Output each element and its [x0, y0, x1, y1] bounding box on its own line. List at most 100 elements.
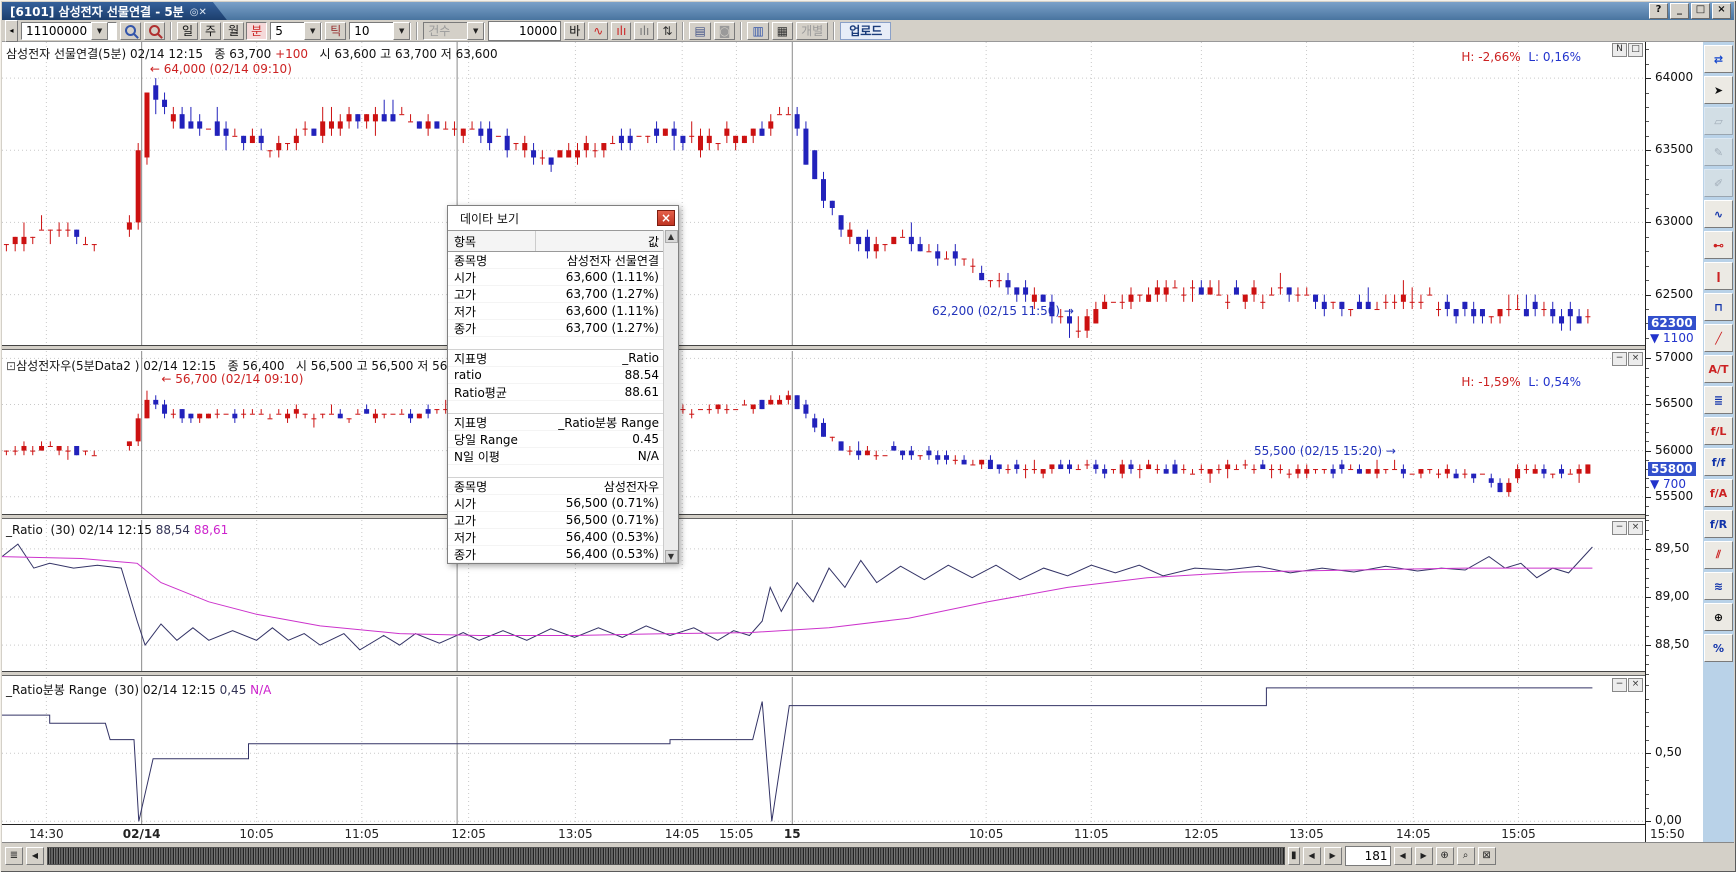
dialog-scrollbar[interactable]: ▲ ▼ [663, 230, 678, 563]
tab-close-icon[interactable]: ✕ [199, 7, 207, 18]
text-tool-icon[interactable]: A/T [1704, 355, 1733, 383]
search-remove-button[interactable] [144, 22, 165, 40]
step-line-icon[interactable]: ⊓ [1704, 293, 1733, 321]
parallel-channel-icon[interactable]: ⫽ [1704, 541, 1733, 569]
refresh-icon[interactable]: ⇄ [1704, 45, 1733, 73]
minute-combo[interactable]: 5 ▼ [270, 22, 322, 40]
book-icon[interactable]: ▥ [747, 22, 768, 40]
main-toolbar: ◂ 11100000 ▼ 일주월분 5 ▼ 틱 10 ▼ 건수 ▼ 바 ∿ılı… [2, 20, 1734, 42]
price-axis-column[interactable]: 6400063500630006250062300▼ 1100570005650… [1645, 42, 1703, 842]
panel-button-minimize[interactable]: − [1612, 678, 1627, 692]
tab-link-icon[interactable]: ◎ [190, 7, 199, 18]
panel-button-minimize[interactable]: − [1612, 352, 1627, 366]
panel-button-minimize[interactable]: − [1612, 521, 1627, 535]
upload-button[interactable]: 업로드 [840, 22, 891, 40]
percent-icon[interactable]: % [1704, 634, 1733, 662]
period-button-주[interactable]: 주 [200, 22, 221, 40]
visible-bars-input[interactable] [1345, 846, 1391, 866]
vertical-line-icon[interactable]: ǀ [1704, 262, 1733, 290]
window-tab[interactable]: [6101] 삼성전자 선물연결 - 5분 ◎✕ [2, 2, 227, 20]
tab-icons: ◎✕ [190, 4, 207, 18]
tick-button[interactable]: 틱 [325, 22, 346, 40]
line-chart-icon[interactable]: ∿ [1704, 200, 1733, 228]
symbol-code-combo[interactable]: 11100000 ▼ [21, 22, 117, 40]
axis-minor-tick [1646, 49, 1649, 50]
first-bar-button[interactable]: ◀ [1394, 847, 1412, 865]
panel-button-close[interactable]: × [1628, 678, 1643, 692]
fib-lines-icon[interactable]: ≣ [1704, 386, 1733, 414]
chevron-down-icon[interactable]: ▼ [393, 22, 410, 40]
grip-button[interactable]: ≣ [5, 847, 23, 865]
data-row: 지표명_Ratio [448, 350, 663, 367]
last-bar-button[interactable]: ▶ [1415, 847, 1433, 865]
scroll-left-button[interactable]: ◀ [26, 847, 44, 865]
time-axis[interactable]: 14:3002/1410:0511:0512:0513:0514:0515:05… [2, 824, 1645, 842]
help-button[interactable]: ? [1649, 3, 1668, 19]
sort-updown-icon[interactable]: ⇅ [657, 22, 677, 40]
panel-header-part: ⊡ [6, 359, 16, 373]
formula-f-icon[interactable]: f/f [1704, 448, 1733, 476]
bar-count-input[interactable] [488, 21, 561, 41]
period-button-월[interactable]: 월 [223, 22, 244, 40]
trendline-icon[interactable]: ⊷ [1704, 231, 1733, 259]
dialog-titlebar[interactable]: 데이타 보기 × [448, 206, 678, 230]
axis-minor-tick [1646, 136, 1649, 137]
chart-minimap-scrollbar[interactable] [47, 847, 1285, 865]
gray-bar-chart-icon[interactable]: ılı [634, 22, 654, 40]
page-forward-button[interactable]: ▶ [1324, 847, 1342, 865]
scroll-handle[interactable]: ▮ [1288, 847, 1300, 865]
regression-icon[interactable]: f/R [1704, 510, 1733, 538]
dialog-close-button[interactable]: × [657, 210, 675, 226]
zoom-in-button[interactable]: ⊕ [1436, 847, 1454, 865]
scroll-up-icon[interactable]: ▲ [665, 230, 678, 243]
panel-splitter[interactable] [2, 514, 1645, 519]
panel-splitter[interactable] [2, 345, 1645, 350]
tick-count-combo[interactable]: 10 ▼ [349, 22, 411, 40]
axis-minor-tick [1646, 93, 1649, 94]
high-low-percent: H: -1,59% L: 0,54% [1461, 375, 1581, 389]
red-bar-chart-icon[interactable]: ılı [611, 22, 631, 40]
chevron-down-icon[interactable]: ▼ [304, 22, 321, 40]
magnifier-button[interactable]: ⌕ [1457, 847, 1475, 865]
close-button[interactable]: × [1712, 3, 1731, 19]
axis-label: 0,50 [1655, 745, 1682, 759]
close-grid-button[interactable]: ⊠ [1478, 847, 1496, 865]
document-icon[interactable]: ▤ [689, 22, 710, 40]
search-button[interactable] [120, 22, 141, 40]
formula-l-icon[interactable]: f/L [1704, 417, 1733, 445]
chevron-down-icon[interactable]: ▼ [91, 22, 108, 40]
wave-icon[interactable]: ≋ [1704, 572, 1733, 600]
panel-button-□[interactable]: □ [1628, 43, 1643, 57]
panel-button-close[interactable]: × [1628, 521, 1643, 535]
axis-minor-tick [1646, 107, 1649, 108]
panel-button-close[interactable]: × [1628, 352, 1643, 366]
row-item-value: 56,400 (0.53%) [536, 530, 663, 544]
minimize-button[interactable]: _ [1670, 3, 1689, 19]
panel-splitter[interactable] [2, 671, 1645, 676]
axis-tick [1646, 549, 1651, 550]
diagonal-line-icon[interactable]: ╱ [1704, 324, 1733, 352]
axis-minor-tick [1646, 699, 1649, 700]
panel-button-N[interactable]: N [1612, 43, 1627, 57]
data-row: 종가63,700 (1.27%) [448, 320, 663, 337]
zoom-in-icon[interactable]: ⊕ [1704, 603, 1733, 631]
scroll-down-icon[interactable]: ▼ [665, 550, 678, 563]
cursor-icon[interactable]: ➤ [1704, 76, 1733, 104]
axis-label: 57000 [1655, 350, 1693, 364]
grid-icon[interactable]: ▦ [772, 22, 793, 40]
axis-minor-tick [1646, 559, 1649, 560]
row-item-value: 0.45 [536, 432, 663, 446]
time-label: 14:30 [22, 827, 70, 841]
period-button-분[interactable]: 분 [246, 22, 267, 40]
count-combo: 건수 ▼ [423, 22, 485, 40]
fan-line-icon[interactable]: f/A [1704, 479, 1733, 507]
page-back-button[interactable]: ◀ [1303, 847, 1321, 865]
toolbar-scroll-left-button[interactable]: ◂ [5, 20, 18, 42]
chart-panel-2: ⊡삼성전자우(5분Data2 ) 02/14 12:15 종 56,400 시 … [2, 351, 1645, 517]
maximize-button[interactable]: □ [1691, 3, 1710, 19]
price-annotation: 62,200 (02/15 11:50) → [932, 304, 1074, 318]
axis-tick [1646, 597, 1651, 598]
tick-chart-icon[interactable]: ∿ [588, 22, 608, 40]
bar-button[interactable]: 바 [564, 22, 585, 40]
period-button-일[interactable]: 일 [177, 22, 198, 40]
